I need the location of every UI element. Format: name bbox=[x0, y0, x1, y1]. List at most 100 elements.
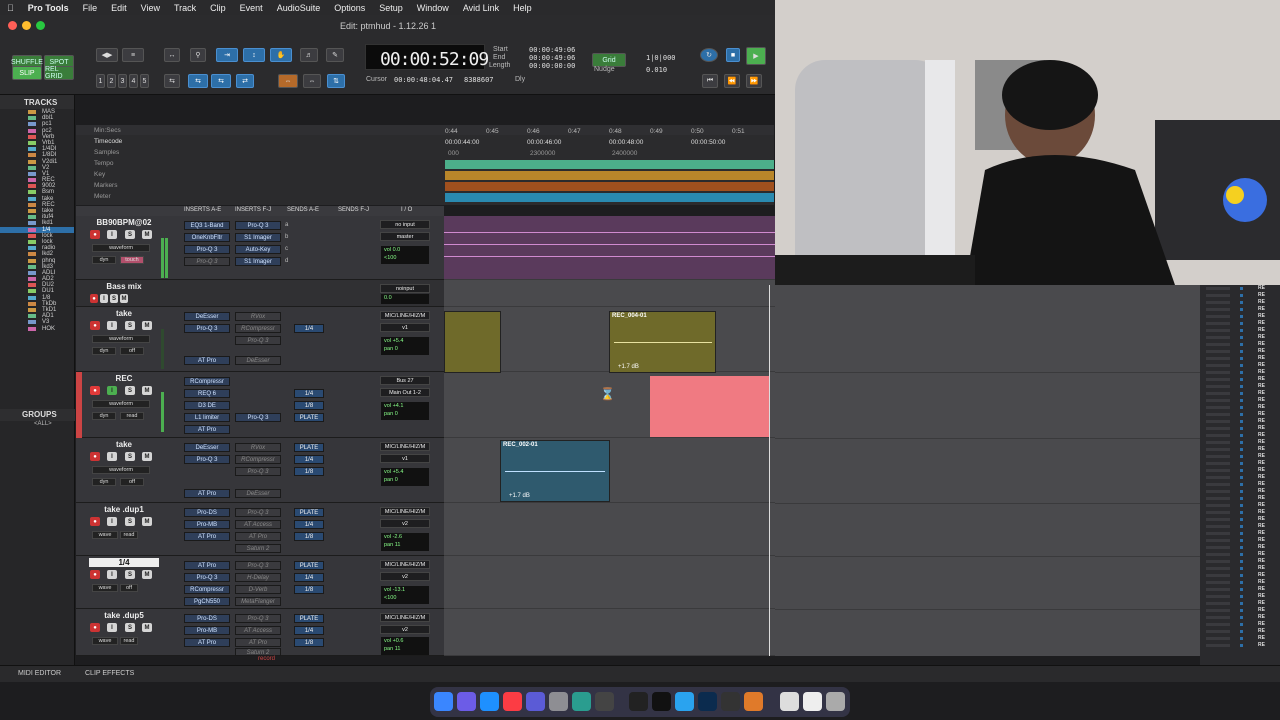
send-slot[interactable]: PLATE bbox=[294, 614, 324, 623]
finder-icon[interactable] bbox=[434, 692, 453, 711]
grid-value[interactable]: 1|0|000 bbox=[646, 54, 676, 62]
volume-display[interactable]: 0.0 bbox=[381, 294, 429, 304]
insert-slot[interactable]: EQ3 1-Band bbox=[184, 221, 230, 230]
main-counter[interactable]: 00:00:52:09 bbox=[365, 44, 489, 70]
output-selector[interactable]: v2 bbox=[380, 625, 430, 634]
group-all[interactable]: <ALL> bbox=[0, 421, 75, 427]
track-view-selector[interactable]: waveform bbox=[92, 466, 150, 474]
link-timeline-icon[interactable]: ⇆ bbox=[188, 74, 208, 88]
zoom-preset-1[interactable]: 1 bbox=[96, 74, 105, 88]
track-name[interactable]: take .dup5 bbox=[89, 611, 159, 620]
settings-icon[interactable] bbox=[549, 692, 568, 711]
return-to-zero-icon[interactable]: ⏮ bbox=[702, 74, 718, 88]
record-arm-button[interactable]: ● bbox=[90, 386, 100, 395]
markers-ruler-band[interactable] bbox=[445, 182, 774, 191]
send-slot[interactable]: 1/8 bbox=[294, 585, 324, 594]
track-view-selector[interactable]: waveform bbox=[92, 244, 150, 252]
safari-icon[interactable] bbox=[480, 692, 499, 711]
zoom-preset-3[interactable]: 3 bbox=[118, 74, 127, 88]
edit-timeline[interactable]: REC_004-01 +1.7 dB REC_002-01 +1.7 dB bbox=[444, 216, 775, 656]
insert-slot[interactable]: DeEsser bbox=[184, 312, 230, 321]
record-arm-button[interactable]: ● bbox=[90, 517, 100, 526]
menu-file[interactable]: File bbox=[76, 3, 105, 13]
send-slot[interactable]: PLATE bbox=[294, 561, 324, 570]
input-selector[interactable]: noinput bbox=[380, 284, 430, 293]
zoomer-tool-icon[interactable]: ↔ bbox=[164, 48, 180, 62]
playhead-cursor[interactable] bbox=[769, 285, 770, 656]
menu-app-name[interactable]: Pro Tools bbox=[21, 3, 76, 13]
menu-view[interactable]: View bbox=[134, 3, 167, 13]
solo-button[interactable]: S bbox=[125, 230, 135, 239]
input-monitor-button[interactable]: I bbox=[107, 623, 117, 632]
record-arm-button[interactable]: ● bbox=[90, 570, 100, 579]
track-name[interactable]: take bbox=[89, 309, 159, 318]
record-arm-button[interactable]: ● bbox=[90, 321, 100, 330]
send-slot[interactable]: 1/4 bbox=[294, 389, 324, 398]
insert-slot[interactable]: Pro-DS bbox=[184, 614, 230, 623]
track-lane-rec[interactable] bbox=[444, 372, 775, 438]
mute-button[interactable]: M bbox=[142, 321, 152, 330]
window-icon[interactable] bbox=[780, 692, 799, 711]
volume-pan-display[interactable]: vol -2.6 pan 11 bbox=[381, 533, 429, 551]
input-selector[interactable]: Bus 27 bbox=[380, 376, 430, 385]
solo-button[interactable]: S bbox=[125, 386, 135, 395]
audio-clip-rec-004[interactable]: REC_004-01 +1.7 dB bbox=[609, 311, 716, 373]
automation-follows-icon[interactable]: ⇔ bbox=[303, 74, 321, 88]
volume-pan-display[interactable]: vol +5.4 pan 0 bbox=[381, 468, 429, 486]
insert-slot[interactable]: Pro-Q 3 bbox=[235, 413, 281, 422]
insert-slot[interactable]: DeEsser bbox=[184, 443, 230, 452]
track-name[interactable]: 1/4 bbox=[89, 558, 159, 567]
meter-ruler-band[interactable] bbox=[445, 193, 774, 202]
zoom-in-icon[interactable]: ≡ bbox=[122, 48, 144, 62]
insert-slot[interactable]: AT Access bbox=[235, 520, 281, 529]
track-view-selector[interactable]: wave bbox=[92, 531, 118, 539]
insert-slot[interactable]: Pro-Q 3 bbox=[235, 467, 281, 476]
insert-slot[interactable]: Pro-MB bbox=[184, 520, 230, 529]
track-lane-take-dup5[interactable] bbox=[444, 609, 775, 656]
tiktok-icon[interactable] bbox=[652, 692, 671, 711]
insert-slot[interactable]: MetaFlanger bbox=[235, 597, 281, 606]
insert-slot[interactable]: S1 Imager bbox=[235, 257, 281, 266]
insertion-follows-icon[interactable]: ⇄ bbox=[236, 74, 254, 88]
insert-slot[interactable]: RVox bbox=[235, 443, 281, 452]
insert-slot[interactable]: AT Pro bbox=[184, 638, 230, 647]
clip-gain[interactable]: +1.7 dB bbox=[618, 364, 639, 370]
rewind-icon[interactable]: ⏪ bbox=[724, 74, 740, 88]
volume-pan-display[interactable]: vol -13.1 <100 bbox=[381, 586, 429, 604]
send-slot[interactable]: 1/4 bbox=[294, 324, 324, 333]
insert-slot[interactable]: Pro-Q 3 bbox=[235, 508, 281, 517]
audio-clip[interactable] bbox=[444, 311, 501, 373]
insert-slot[interactable]: L1 limiter bbox=[184, 413, 230, 422]
solo-button[interactable]: S bbox=[110, 294, 118, 303]
output-selector[interactable]: Main Out 1-2 bbox=[380, 388, 430, 397]
menu-avid-link[interactable]: Avid Link bbox=[456, 3, 506, 13]
insert-slot[interactable]: DeEsser bbox=[235, 356, 281, 365]
mirror-midi-icon[interactable]: ⇔ bbox=[278, 74, 298, 88]
input-monitor-button[interactable]: I bbox=[107, 570, 117, 579]
automation-mode-selector[interactable]: read bbox=[120, 637, 138, 645]
insert-slot[interactable]: Saturn 2 bbox=[235, 648, 281, 656]
track-view-selector[interactable]: wave bbox=[92, 637, 118, 645]
track-lane-take-2[interactable]: REC_002-01 +1.7 dB bbox=[444, 438, 775, 503]
scrubber-tool-icon[interactable]: ♬ bbox=[300, 48, 318, 62]
edit-timeline-extension[interactable] bbox=[775, 285, 1200, 656]
track-lane-bb90bpm[interactable] bbox=[444, 216, 775, 280]
track-lane-take-dup1[interactable] bbox=[444, 503, 775, 556]
send-slot[interactable]: 1/4 bbox=[294, 626, 324, 635]
input-selector[interactable]: MIC/LINE/HIZ/M bbox=[380, 311, 430, 320]
send-slot[interactable]: PLATE bbox=[294, 413, 324, 422]
insert-slot[interactable]: Pro-DS bbox=[184, 508, 230, 517]
insert-slot[interactable]: Pro-Q 3 bbox=[235, 561, 281, 570]
mute-button[interactable]: M bbox=[120, 294, 128, 303]
menu-window[interactable]: Window bbox=[410, 3, 456, 13]
send-slot[interactable]: 1/4 bbox=[294, 520, 324, 529]
audio-clip-rec-002[interactable]: REC_002-01 +1.7 dB bbox=[500, 440, 610, 502]
photoshop-icon[interactable] bbox=[698, 692, 717, 711]
zoom-window-button[interactable] bbox=[36, 21, 45, 30]
minimize-window-button[interactable] bbox=[22, 21, 31, 30]
record-arm-button[interactable]: ● bbox=[90, 230, 100, 239]
output-selector[interactable]: v1 bbox=[380, 454, 430, 463]
output-selector[interactable]: v1 bbox=[380, 323, 430, 332]
insert-slot[interactable]: RCompressr bbox=[235, 455, 281, 464]
input-selector[interactable]: MIC/LINE/HIZ/M bbox=[380, 507, 430, 516]
